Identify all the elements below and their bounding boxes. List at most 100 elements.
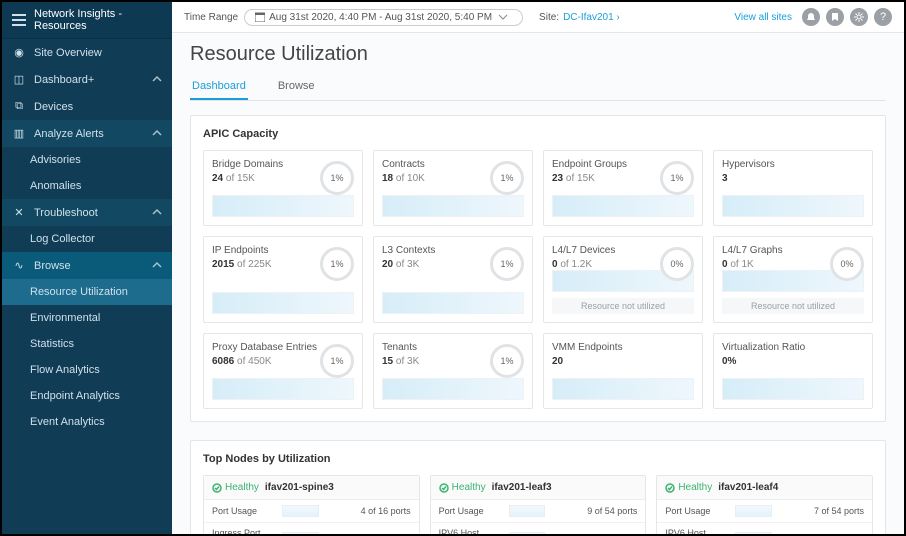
card-value: 3 [722,173,864,184]
wrench-icon: ✕ [12,206,26,219]
metric-label: IPV6 Host Routes [665,528,729,534]
sidebar-item-devices[interactable]: ⧉Devices [2,93,172,120]
sidebar-item-dashboard[interactable]: ◫ Dashboard+ [2,66,172,93]
node-name: ifav201-spine3 [265,482,334,493]
sidebar-item-label: Analyze Alerts [34,128,104,140]
sidebar-item-troubleshoot[interactable]: ✕Troubleshoot [2,199,172,226]
sidebar-item-label: Site Overview [34,47,102,59]
add-icon[interactable]: + [88,74,94,86]
app-title: Network Insights - Resources [34,8,162,32]
calendar-icon [255,12,265,22]
node-card[interactable]: Healthyifav201-spine3Port Usage4 of 16 p… [203,475,420,534]
metric-value: 1517 of 12.29K [778,533,864,534]
sidebar-item-label: Event Analytics [30,416,105,428]
dash-icon: ◫ [12,73,26,86]
node-card[interactable]: Healthyifav201-leaf3Port Usage9 of 54 po… [430,475,647,534]
time-range-value: Aug 31st 2020, 4:40 PM - Aug 31st 2020, … [269,12,492,23]
chevron-up-icon [152,74,162,86]
sidebar-item-label: Devices [34,101,73,113]
card-footer: Resource not utilized [552,298,694,314]
node-card[interactable]: Healthyifav201-leaf4Port Usage7 of 54 po… [656,475,873,534]
site-link[interactable]: DC-Ifav201 › [563,12,620,23]
chevron-up-icon [152,128,162,140]
sparkline [212,378,354,400]
usage-ring: 0% [660,247,694,281]
gear-icon[interactable] [850,8,868,26]
sidebar-item-anomalies[interactable]: Anomalies [2,173,172,199]
capacity-card[interactable]: Virtualization Ratio 0% [713,333,873,409]
sidebar-item-label: Log Collector [30,233,95,245]
sidebar-item-analyze-alerts[interactable]: ▥ Analyze Alerts [2,120,172,147]
node-name: ifav201-leaf3 [492,482,552,493]
node-metric-row: Ingress Port Bandwidth24.78 of 160 Gbps [204,523,419,534]
metric-value: 4 of 16 ports [325,506,411,516]
chevron-up-icon [152,207,162,219]
node-metric-row: Port Usage7 of 54 ports [657,500,872,523]
status-badge: Healthy [439,482,486,493]
capacity-card[interactable]: L3 Contexts20 of 3K1% [373,236,533,323]
status-badge: Healthy [665,482,712,493]
capacity-card[interactable]: Endpoint Groups23 of 15K1% [543,150,703,226]
chevron-up-icon [152,260,162,272]
top-nodes-heading: Top Nodes by Utilization [203,453,873,465]
capacity-card[interactable]: Tenants15 of 3K1% [373,333,533,409]
sidebar-item-label: Flow Analytics [30,364,100,376]
sidebar-item-resource-utilization[interactable]: Resource Utilization [2,279,172,305]
card-title: Virtualization Ratio [722,342,864,353]
bookmark-icon[interactable] [826,8,844,26]
card-value: 0% [722,356,864,367]
usage-ring: 1% [490,247,524,281]
sidebar-item-statistics[interactable]: Statistics [2,331,172,357]
sidebar-item-label: Statistics [30,338,74,350]
capacity-card[interactable]: VMM Endpoints20 [543,333,703,409]
node-metric-row: IPV6 Host Routes2033 of 12.29K [431,523,646,534]
sidebar-item-environmental[interactable]: Environmental [2,305,172,331]
apic-capacity-heading: APIC Capacity [203,128,873,140]
sparkline [212,195,354,217]
sidebar-item-log-collector[interactable]: Log Collector [2,226,172,252]
sidebar-item-label: Browse [34,260,71,272]
capacity-card[interactable]: IP Endpoints2015 of 225K1% [203,236,363,323]
sidebar-item-browse[interactable]: ∿Browse [2,252,172,279]
sidebar-item-advisories[interactable]: Advisories [2,147,172,173]
menu-icon[interactable] [12,14,26,26]
topbar: Time Range Aug 31st 2020, 4:40 PM - Aug … [172,2,904,33]
sidebar-item-flow-analytics[interactable]: Flow Analytics [2,357,172,383]
sidebar-item-endpoint-analytics[interactable]: Endpoint Analytics [2,383,172,409]
capacity-card[interactable]: Proxy Database Entries6086 of 450K1% [203,333,363,409]
help-icon[interactable]: ? [874,8,892,26]
sidebar-item-label: Environmental [30,312,100,324]
sparkline [382,195,524,217]
sidebar: Network Insights - Resources ◉Site Overv… [2,2,172,534]
sparkline [552,195,694,217]
tab-browse[interactable]: Browse [276,74,317,100]
capacity-card[interactable]: Contracts18 of 10K1% [373,150,533,226]
capacity-card[interactable]: Bridge Domains24 of 15K1% [203,150,363,226]
tab-dashboard[interactable]: Dashboard [190,74,248,100]
metric-sparkline [282,505,319,517]
node-header: Healthy ifav201-leaf3 [431,476,646,500]
view-all-sites-link[interactable]: View all sites [734,12,792,23]
metric-label: Port Usage [212,506,276,516]
capacity-card[interactable]: Hypervisors3 [713,150,873,226]
main: Time Range Aug 31st 2020, 4:40 PM - Aug … [172,2,904,534]
time-range-picker[interactable]: Aug 31st 2020, 4:40 PM - Aug 31st 2020, … [244,9,523,26]
bars-icon: ▥ [12,127,26,140]
bell-icon[interactable] [802,8,820,26]
sparkline [722,195,864,217]
top-nodes-panel: Top Nodes by Utilization Healthyifav201-… [190,440,886,534]
sidebar-item-site-overview[interactable]: ◉Site Overview [2,39,172,66]
capacity-card[interactable]: L4/L7 Devices0 of 1.2K0%Resource not uti… [543,236,703,323]
sidebar-item-event-analytics[interactable]: Event Analytics [2,409,172,435]
usage-ring: 1% [490,161,524,195]
sidebar-item-label: Dashboard [34,74,88,86]
usage-ring: 1% [320,161,354,195]
sparkline [212,292,354,314]
metric-label: Port Usage [665,506,729,516]
usage-ring: 1% [490,344,524,378]
sidebar-item-label: Anomalies [30,180,81,192]
site-label: Site: [539,12,559,23]
metric-value: 24.78 of 160 Gbps [325,533,411,534]
metric-sparkline [509,505,546,517]
capacity-card[interactable]: L4/L7 Graphs0 of 1K0%Resource not utiliz… [713,236,873,323]
